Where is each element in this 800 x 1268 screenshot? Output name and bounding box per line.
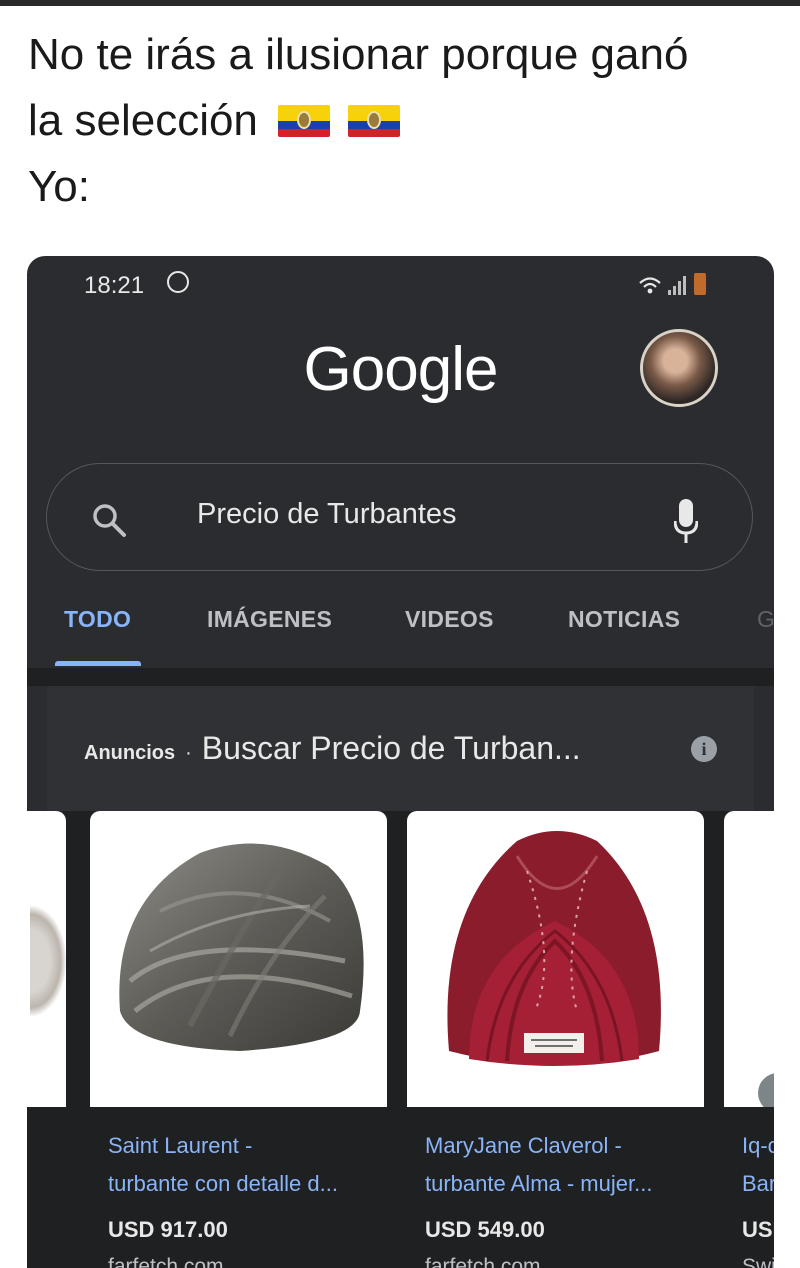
section-divider: [27, 668, 774, 686]
product-card[interactable]: MaryJane Claverol - turbante Alma - muje…: [407, 811, 704, 1268]
tab-partial[interactable]: G: [757, 606, 774, 633]
status-bar: 18:21: [27, 256, 774, 316]
product-card[interactable]: Saint Laurent - turbante con detalle d..…: [90, 811, 387, 1268]
ads-separator: ·: [185, 742, 192, 764]
product-title-line-1[interactable]: MaryJane Claverol -: [425, 1127, 690, 1165]
search-input[interactable]: [197, 498, 637, 531]
phone-screenshot: 18:21 Google Precio de Turbantes TODO IM…: [27, 256, 774, 1268]
caption-line-1: No te irás a ilusionar porque ganó: [28, 30, 689, 79]
product-merchant: farfetch.com: [108, 1255, 224, 1268]
product-card[interactable]: [27, 811, 66, 1268]
product-title-line-2[interactable]: Bar: [742, 1165, 774, 1203]
info-icon[interactable]: i: [691, 736, 717, 762]
ads-label: Anuncios: [84, 742, 176, 764]
search-tabs: TODO IMÁGENES VIDEOS NOTICIAS G: [27, 586, 774, 668]
product-price: USD 917.00: [108, 1217, 228, 1242]
product-merchant: farfetch.com: [425, 1255, 541, 1268]
product-title-line-1[interactable]: Iq-c: [742, 1127, 774, 1165]
status-time: 18:21: [84, 272, 145, 299]
red-turban-image: [447, 831, 661, 1066]
product-carousel: Saint Laurent - turbante con detalle d..…: [27, 811, 774, 1268]
tab-videos[interactable]: VIDEOS: [405, 606, 494, 633]
battery-icon: [694, 273, 706, 295]
product-image: [724, 811, 774, 1107]
active-tab-indicator: [55, 661, 141, 666]
product-card[interactable]: Iq-c Bar USI Swi: [724, 811, 774, 1268]
product-merchant: Swi: [742, 1255, 774, 1268]
product-image: [27, 811, 66, 1107]
product-title-line-1[interactable]: Saint Laurent -: [108, 1127, 373, 1165]
caption-line-2: la selección: [28, 88, 788, 154]
status-icons: [638, 273, 718, 297]
product-title-line-2[interactable]: turbante Alma - mujer...: [425, 1165, 690, 1203]
search-box[interactable]: [46, 463, 753, 571]
product-price: USI: [742, 1217, 774, 1242]
product-title-line-2[interactable]: turbante con detalle d...: [108, 1165, 373, 1203]
search-icon: [93, 504, 126, 537]
top-edge-bar: [0, 0, 800, 6]
ecuador-flag-icon: [348, 105, 401, 137]
ads-title[interactable]: Buscar Precio de Turban...: [202, 730, 581, 766]
ads-header: Anuncios · Buscar Precio de Turban...: [84, 730, 581, 767]
meme-caption: No te irás a ilusionar porque ganó la se…: [28, 22, 788, 220]
product-price: USD 549.00: [425, 1217, 545, 1242]
signal-icon: [668, 275, 690, 295]
tab-imagenes[interactable]: IMÁGENES: [207, 606, 332, 633]
caption-line-2-text: la selección: [28, 96, 258, 145]
grey-turban-image: [119, 843, 364, 1051]
tab-noticias[interactable]: NOTICIAS: [568, 606, 680, 633]
mic-icon[interactable]: [674, 499, 698, 545]
turban-image: [407, 811, 704, 1107]
caption-line-3: Yo:: [28, 162, 91, 211]
account-avatar[interactable]: [640, 329, 718, 407]
turban-image: [90, 811, 387, 1107]
ecuador-flag-icon: [278, 105, 331, 137]
tab-todo[interactable]: TODO: [64, 606, 131, 633]
whatsapp-icon: [167, 271, 189, 293]
wifi-icon: [639, 277, 661, 294]
